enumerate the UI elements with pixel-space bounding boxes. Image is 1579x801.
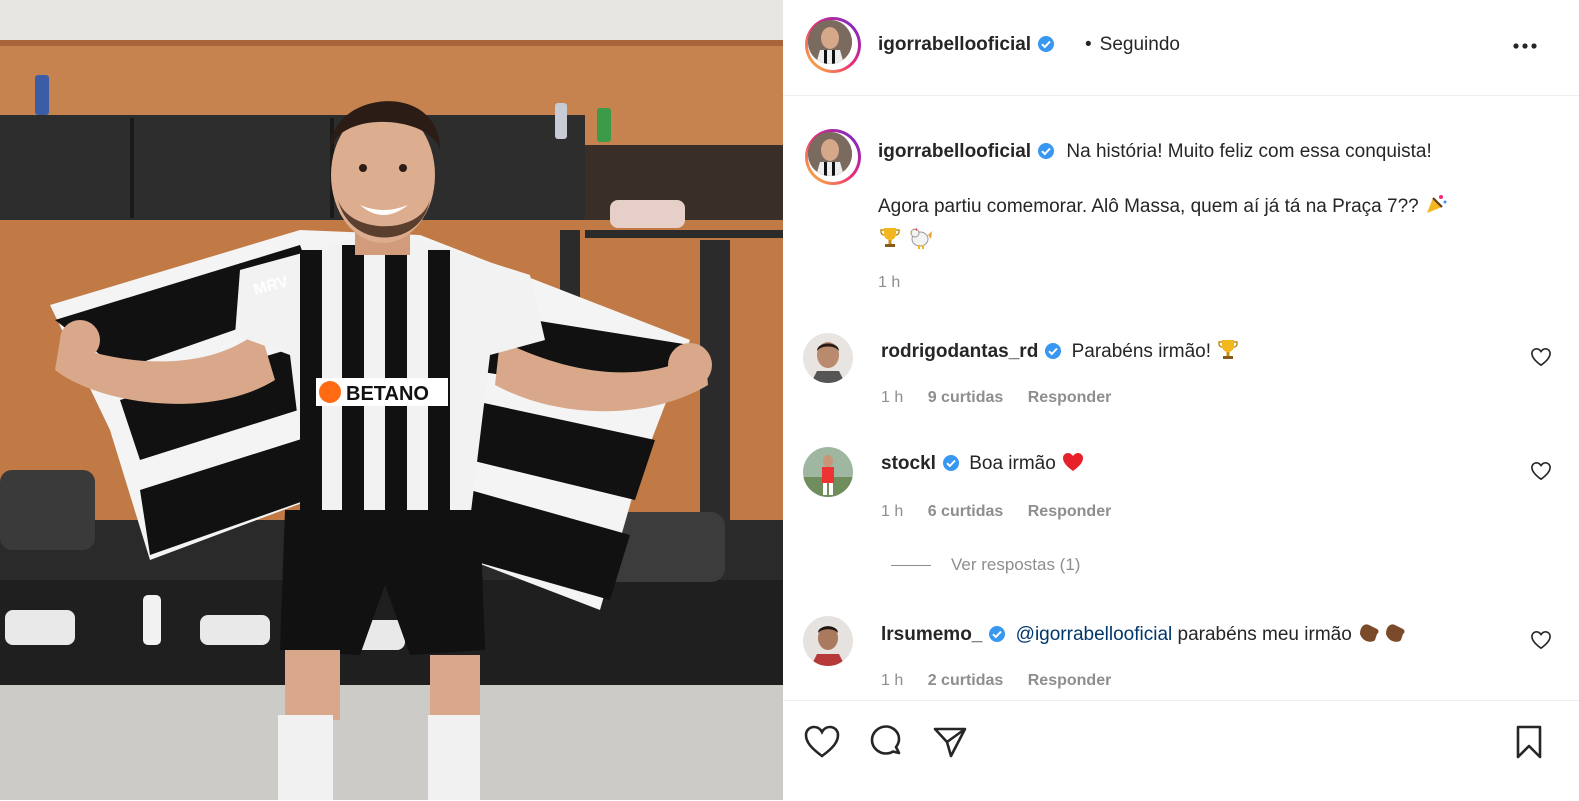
post-actions-bar <box>783 700 1579 801</box>
post-photo[interactable]: BETANO MRV <box>0 0 783 800</box>
comment-like-icon[interactable] <box>1530 347 1552 367</box>
comment-like-icon[interactable] <box>1530 630 1552 650</box>
comment-text: Boa irmão <box>969 453 1056 474</box>
reply-button[interactable]: Responder <box>1028 389 1112 406</box>
comment-likes[interactable]: 6 curtidas <box>928 503 1004 520</box>
clapping-hands-icon <box>1360 624 1405 642</box>
more-options-icon[interactable] <box>1510 36 1540 56</box>
save-icon[interactable] <box>1510 723 1548 761</box>
verified-badge-icon <box>942 455 959 471</box>
jersey-sponsor: BETANO <box>346 383 429 405</box>
comment-timestamp: 1 h <box>881 503 904 520</box>
view-replies-button[interactable]: Ver respostas (1) <box>891 555 1080 575</box>
commenter-avatar[interactable] <box>803 333 853 383</box>
party-popper-icon <box>1427 195 1447 213</box>
rooster-icon <box>910 228 933 249</box>
verified-badge-icon <box>1038 36 1055 52</box>
comment-timestamp: 1 h <box>881 672 904 689</box>
comment-mention[interactable]: @igorrabellooficial <box>1016 624 1173 645</box>
comment-username[interactable]: rodrigodantas_rd <box>881 341 1038 362</box>
comment-text: Parabéns irmão! <box>1071 341 1211 362</box>
like-icon[interactable] <box>803 723 841 761</box>
separator-dot: • <box>1085 34 1092 55</box>
following-status[interactable]: Seguindo <box>1100 34 1180 55</box>
commenter-avatar[interactable] <box>803 447 853 497</box>
post-caption: igorrabellooficial Na história! Muito fe… <box>878 135 1538 256</box>
author-username[interactable]: igorrabellooficial <box>878 34 1031 55</box>
author-avatar[interactable] <box>805 17 861 73</box>
reply-button[interactable]: Responder <box>1028 672 1112 689</box>
verified-badge-icon <box>1045 343 1062 359</box>
red-heart-icon <box>1063 453 1084 471</box>
comment-like-icon[interactable] <box>1530 461 1552 481</box>
trophy-icon <box>1218 340 1239 359</box>
replies-divider <box>891 565 931 567</box>
caption-line-1: Na história! Muito feliz com essa conqui… <box>1066 141 1432 162</box>
comment-likes[interactable]: 2 curtidas <box>928 672 1004 689</box>
comment-timestamp: 1 h <box>881 389 904 406</box>
trophy-icon <box>880 228 900 247</box>
share-icon[interactable] <box>931 723 969 761</box>
comment-icon[interactable] <box>867 723 905 761</box>
reply-button[interactable]: Responder <box>1028 503 1112 520</box>
caption-author-username[interactable]: igorrabellooficial <box>878 141 1031 162</box>
post-header: igorrabellooficial • Seguindo <box>783 0 1579 96</box>
verified-badge-icon <box>989 626 1006 642</box>
photo-illustration: BETANO MRV <box>0 0 783 800</box>
comment-username[interactable]: stockl <box>881 453 936 474</box>
verified-badge-icon <box>1038 143 1055 159</box>
comment-username[interactable]: lrsumemo_ <box>881 624 982 645</box>
comment-likes[interactable]: 9 curtidas <box>928 389 1004 406</box>
caption-timestamp: 1 h <box>878 274 901 291</box>
comment-text: parabéns meu irmão <box>1177 624 1352 645</box>
view-replies-label: Ver respostas (1) <box>951 555 1081 574</box>
caption-line-2: Agora partiu comemorar. Alô Massa, quem … <box>878 196 1419 217</box>
caption-author-avatar[interactable] <box>805 129 861 185</box>
commenter-avatar[interactable] <box>803 616 853 666</box>
post-details-panel: igorrabellooficial • Seguindo igorrabello… <box>783 0 1579 800</box>
